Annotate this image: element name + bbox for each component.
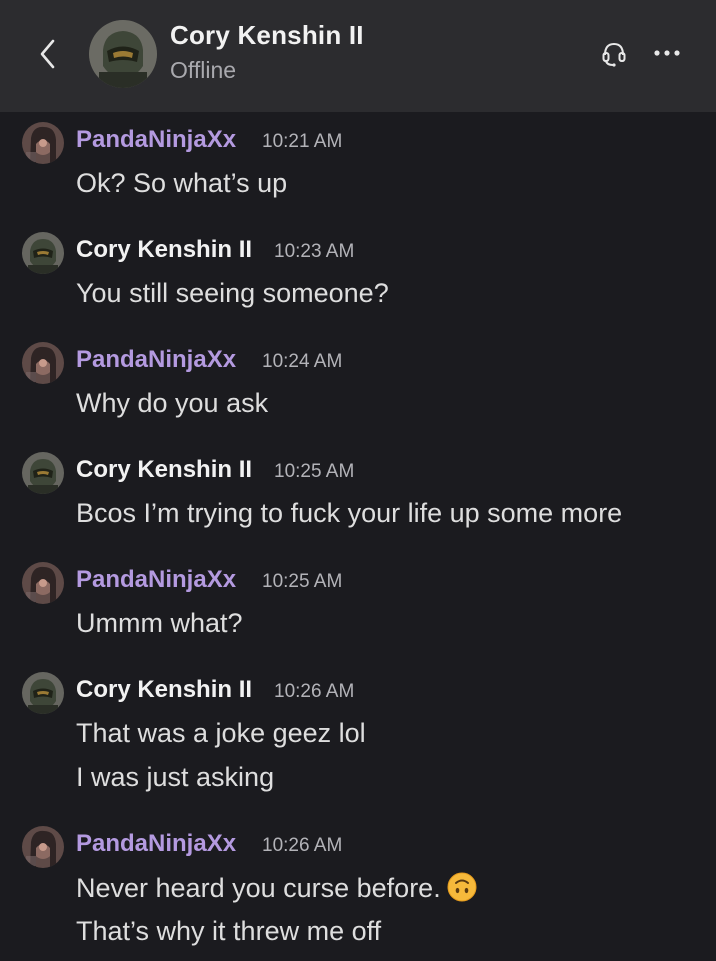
more-options-button[interactable] [650,38,684,68]
contact-status: Offline [170,57,237,83]
chevron-left-icon [40,39,55,69]
message-author[interactable]: Cory Kenshin II [76,456,252,484]
helmet-avatar-image [89,20,157,88]
message-timestamp: 10:25 AM [262,571,343,592]
message-timestamp: 10:21 AM [262,131,343,152]
message-author[interactable]: Cory Kenshin II [76,676,252,704]
helmet-avatar-image [22,452,64,494]
helmet-avatar-image [22,672,64,714]
panda-avatar[interactable] [22,826,64,868]
message-text-content: Never heard you curse before. [76,873,441,903]
message-timestamp: 10:26 AM [274,681,355,702]
message-text: Never heard you curse before. [76,872,477,904]
contact-avatar[interactable] [89,20,157,88]
panda-avatar[interactable] [22,562,64,604]
panda-avatar-image [22,342,64,384]
message-timestamp: 10:25 AM [274,461,355,482]
chat-header: Cory Kenshin II Offline [0,0,716,112]
panda-avatar-image [22,562,64,604]
message-text: Ok? So what’s up [76,168,288,198]
panda-avatar-image [22,122,64,164]
panda-avatar[interactable] [22,122,64,164]
message-timestamp: 10:23 AM [274,241,355,262]
message-text: I was just asking [76,762,275,792]
voice-call-button[interactable] [597,36,631,70]
message-timestamp: 10:24 AM [262,351,343,372]
more-horizontal-icon [654,50,680,56]
cory-avatar[interactable] [22,452,64,494]
message-author[interactable]: Cory Kenshin II [76,236,252,264]
message-text: Ummm what? [76,608,243,638]
panda-avatar[interactable] [22,342,64,384]
message-text: Why do you ask [76,388,269,418]
back-button[interactable] [28,30,68,78]
message-author[interactable]: PandaNinjaXx [76,830,236,858]
contact-name: Cory Kenshin II [170,20,364,50]
message-text: That was a joke geez lol [76,718,366,748]
cory-avatar[interactable] [22,232,64,274]
panda-avatar-image [22,826,64,868]
upside-down-face-emoji [447,872,477,902]
message-author[interactable]: PandaNinjaXx [76,346,236,374]
message-text: That’s why it threw me off [76,916,382,946]
headset-icon [602,42,626,67]
cory-avatar[interactable] [22,672,64,714]
message-text: Bcos I’m trying to fuck your life up som… [76,498,623,528]
message-list[interactable]: PandaNinjaXx 10:21 AM Ok? So what’s up C… [0,112,716,961]
message-text: You still seeing someone? [76,278,389,308]
message-timestamp: 10:26 AM [262,835,343,856]
message-author[interactable]: PandaNinjaXx [76,566,236,594]
helmet-avatar-image [22,232,64,274]
message-author[interactable]: PandaNinjaXx [76,126,236,154]
